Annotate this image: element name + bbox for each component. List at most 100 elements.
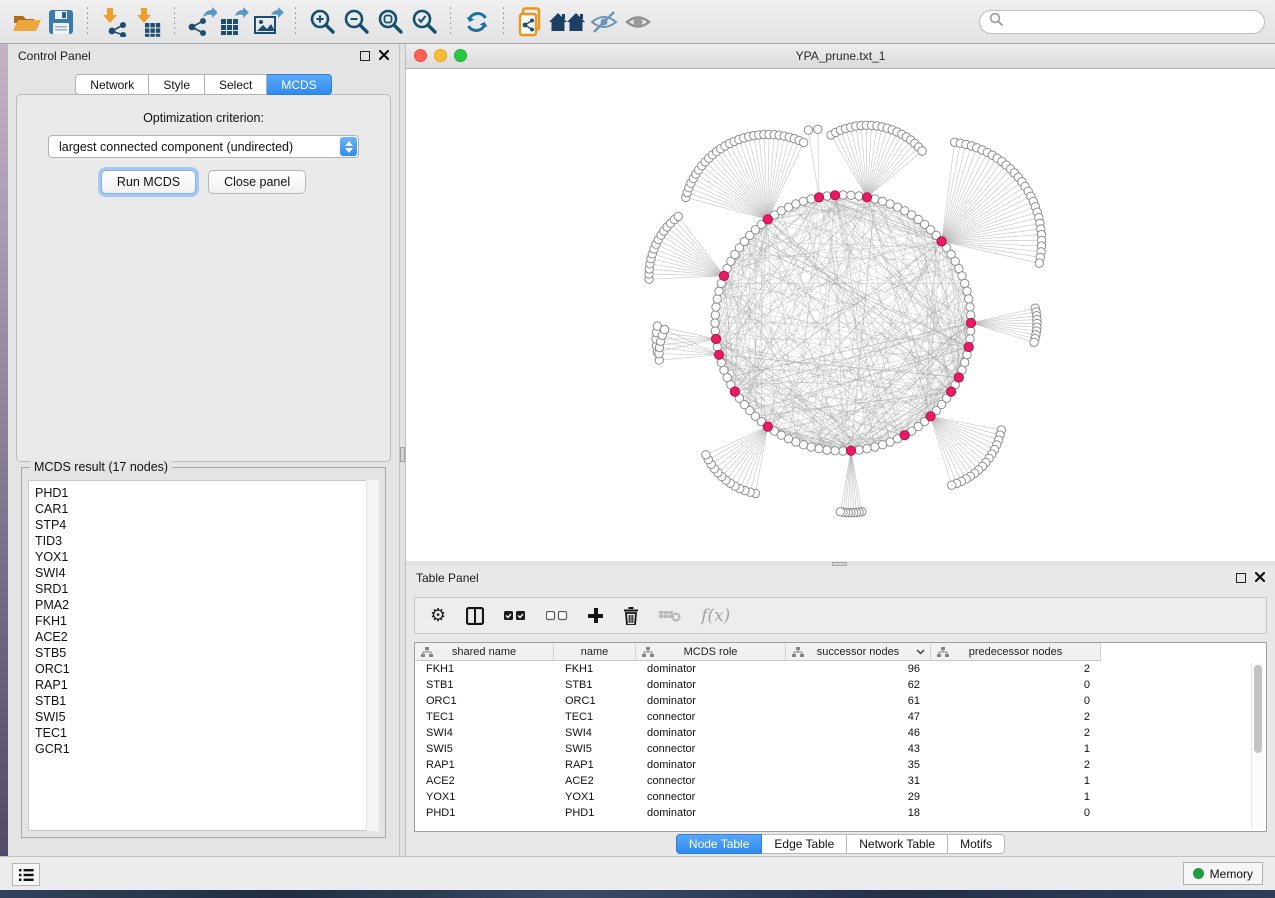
mcds-result-item[interactable]: ACE2 [29,629,378,645]
search-box[interactable] [979,10,1265,34]
memory-button[interactable]: Memory [1183,862,1263,885]
column-namespace-icon [792,647,804,658]
column-label: predecessor nodes [969,646,1063,658]
scrollbar-thumb[interactable] [1254,665,1262,753]
table-row[interactable]: SWI4SWI4dominator462 [415,725,1266,741]
column-header-successor-nodes[interactable]: successor nodes [786,643,931,661]
zoom-selected-icon[interactable] [407,5,441,39]
column-header-mcds-role[interactable]: MCDS role [636,643,786,661]
column-header-name[interactable]: name [554,643,636,661]
table-scrollbar[interactable] [1251,663,1264,827]
close-panel-button[interactable]: Close panel [208,170,306,194]
table-row[interactable]: PHD1PHD1dominator180 [415,805,1266,821]
table-row[interactable]: SWI5SWI5connector431 [415,741,1266,757]
tab-style[interactable]: Style [149,74,205,95]
table-row[interactable]: RAP1RAP1dominator352 [415,757,1266,773]
refresh-layout-icon[interactable] [460,5,494,39]
tab-mcds[interactable]: MCDS [267,74,331,95]
mcds-result-item[interactable]: STP4 [29,517,378,533]
minimize-window-icon[interactable] [434,49,447,62]
cell-shared-name: STB1 [415,679,554,691]
close-panel-icon[interactable] [379,47,389,65]
table-row[interactable]: ORC1ORC1dominator610 [415,693,1266,709]
tab-select[interactable]: Select [205,74,267,95]
export-image-icon[interactable] [252,5,286,39]
splitter-handle[interactable] [400,447,405,462]
cell-mcds-role: dominator [636,807,786,819]
table-panel-header: Table Panel [406,566,1275,590]
tab-network[interactable]: Network [75,74,149,95]
search-input[interactable] [1009,14,1255,30]
close-panel-icon[interactable] [1255,569,1265,587]
desktop-wallpaper-bottom [0,890,1275,898]
import-table-icon[interactable] [131,5,165,39]
splitter-handle[interactable] [832,562,847,566]
mcds-result-item[interactable]: YOX1 [29,549,378,565]
share-document-icon[interactable] [513,5,547,39]
mcds-result-item[interactable]: PMA2 [29,597,378,613]
table-row[interactable]: FKH1FKH1dominator962 [415,661,1266,677]
column-header-predecessor-nodes[interactable]: predecessor nodes [931,643,1101,661]
tab-motifs[interactable]: Motifs [948,834,1005,854]
open-file-icon[interactable] [10,5,44,39]
run-mcds-button[interactable]: Run MCDS [101,170,196,194]
cell-mcds-role: connector [636,775,786,787]
cell-shared-name: ACE2 [415,775,554,787]
deselect-all-checkboxes-icon[interactable] [546,611,568,621]
home-icon[interactable] [547,5,587,39]
mcds-result-item[interactable]: FKH1 [29,613,378,629]
settings-gear-icon[interactable]: ⚙ [430,607,446,625]
cell-shared-name: RAP1 [415,759,554,771]
mcds-result-item[interactable]: SRD1 [29,581,378,597]
right-column: YPA_prune.txt_1 Table Panel ⚙ [406,44,1275,856]
mcds-result-item[interactable]: TEC1 [29,725,378,741]
mcds-result-item[interactable]: STB1 [29,693,378,709]
toolbar-separator [450,7,451,37]
mcds-result-item[interactable]: GCR1 [29,741,378,757]
mcds-result-scrollbar[interactable] [366,480,379,831]
tab-node-table[interactable]: Node Table [676,834,763,854]
mcds-result-item[interactable]: CAR1 [29,501,378,517]
table-row[interactable]: YOX1YOX1connector291 [415,789,1266,805]
float-panel-icon[interactable] [360,51,370,61]
mcds-result-item[interactable]: STB5 [29,645,378,661]
save-session-icon[interactable] [44,5,78,39]
select-all-checkboxes-icon[interactable] [504,611,526,621]
close-window-icon[interactable] [414,49,427,62]
float-panel-icon[interactable] [1236,573,1246,583]
add-column-icon[interactable] [588,608,603,623]
mcds-result-item[interactable]: PHD1 [29,485,378,501]
mcds-result-item[interactable]: ORC1 [29,661,378,677]
tab-network-table[interactable]: Network Table [847,834,948,854]
task-history-button[interactable] [12,863,40,886]
vertical-splitter[interactable] [399,44,406,856]
mcds-result-item[interactable]: SWI5 [29,709,378,725]
criterion-value: largest connected component (undirected) [59,140,293,154]
table-row[interactable]: TEC1TEC1connector472 [415,709,1266,725]
network-view-canvas[interactable] [406,69,1275,561]
mcds-tab-content: Optimization criterion: largest connecte… [16,94,391,462]
column-header-shared-name[interactable]: shared name [415,643,554,661]
network-graph[interactable] [406,69,1275,561]
table-row[interactable]: STB1STB1dominator620 [415,677,1266,693]
mcds-result-item[interactable]: RAP1 [29,677,378,693]
cell-name: SWI5 [554,743,636,755]
export-table-icon[interactable] [218,5,252,39]
criterion-dropdown[interactable]: largest connected component (undirected) [48,135,359,158]
hide-graphics-details-icon[interactable] [587,5,621,39]
mcds-result-item[interactable]: TID3 [29,533,378,549]
delete-column-icon[interactable] [623,607,639,625]
maximize-window-icon[interactable] [454,49,467,62]
zoom-fit-icon[interactable] [373,5,407,39]
split-panel-icon[interactable] [466,607,484,625]
cell-name: SWI4 [554,727,636,739]
tab-edge-table[interactable]: Edge Table [762,834,847,854]
horizontal-splitter[interactable] [406,561,1275,566]
show-graphics-details-icon[interactable] [621,5,655,39]
import-network-icon[interactable] [97,5,131,39]
zoom-out-icon[interactable] [339,5,373,39]
zoom-in-icon[interactable] [305,5,339,39]
table-row[interactable]: ACE2ACE2connector311 [415,773,1266,789]
mcds-result-item[interactable]: SWI4 [29,565,378,581]
export-network-icon[interactable] [184,5,218,39]
